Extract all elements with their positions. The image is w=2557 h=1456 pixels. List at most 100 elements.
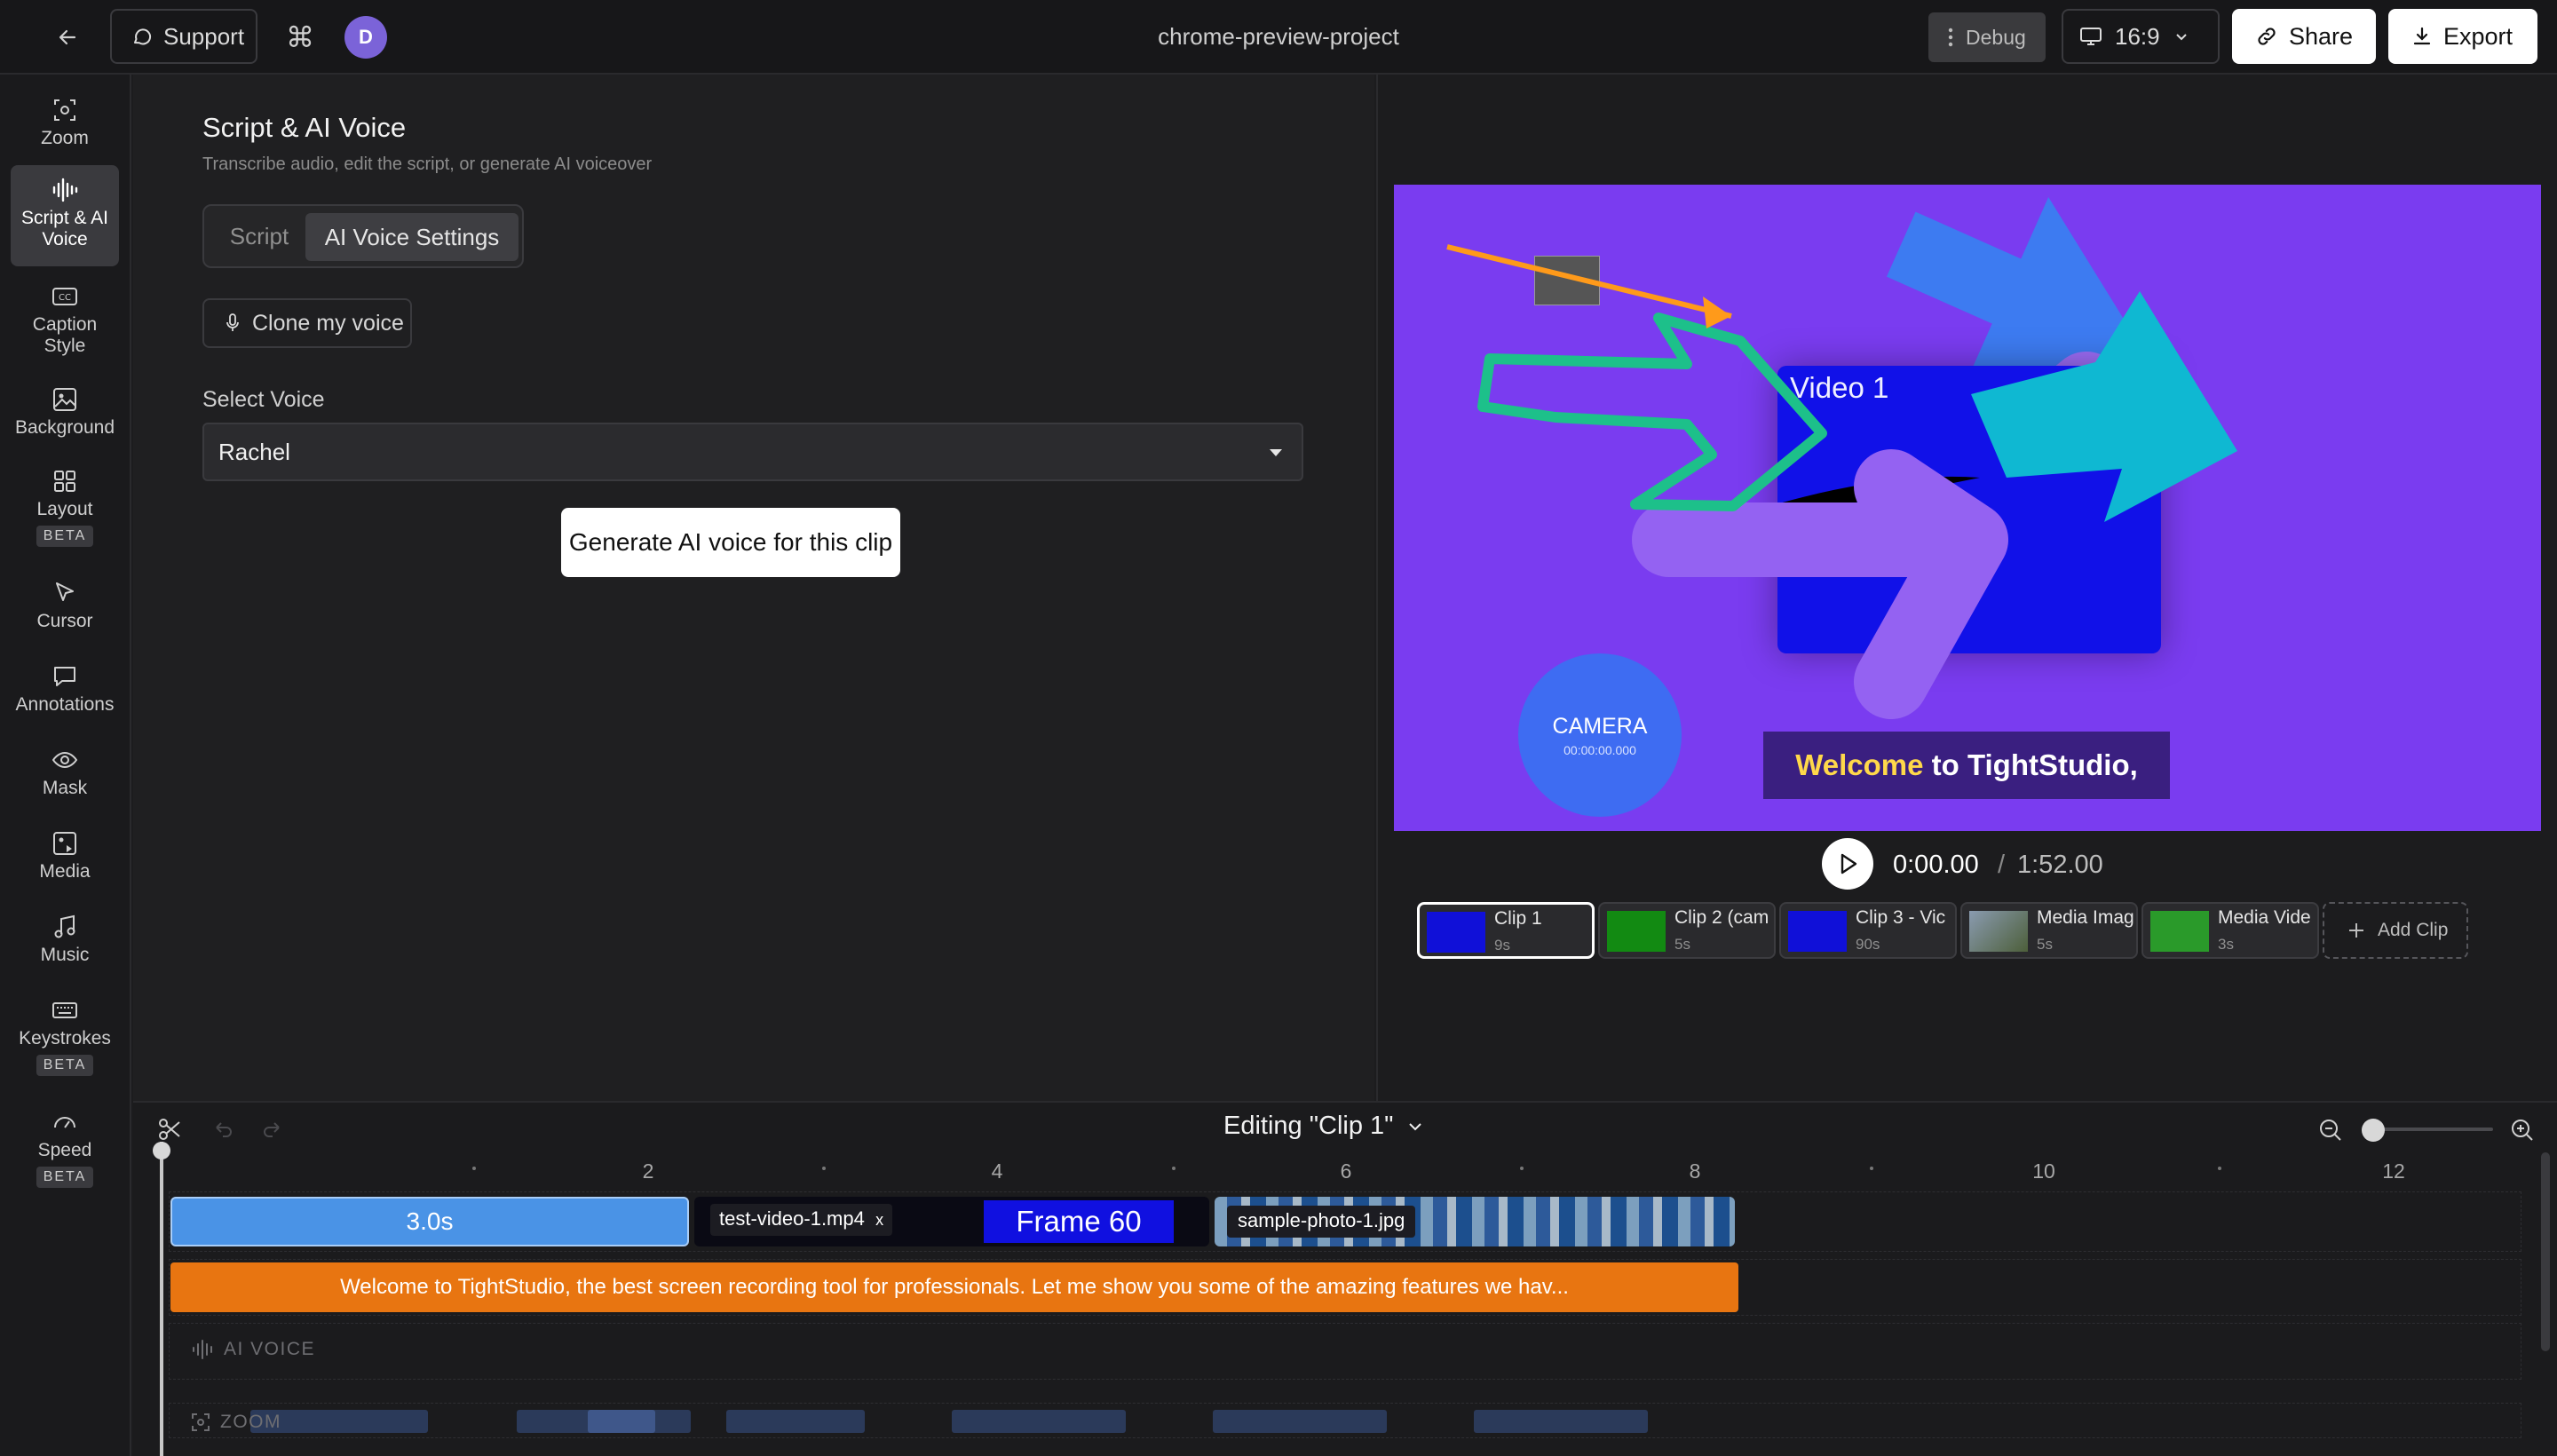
close-icon[interactable]: x — [875, 1211, 883, 1229]
generate-ai-voice-button[interactable]: Generate AI voice for this clip — [561, 508, 900, 577]
camera-timecode: 00:00:00.000 — [1563, 742, 1636, 757]
rail-item-layout[interactable]: Layout BETA — [11, 460, 119, 558]
clip-thumbnail — [2150, 911, 2209, 952]
user-avatar[interactable]: D — [344, 16, 387, 59]
back-button[interactable] — [48, 18, 87, 57]
rail-item-background[interactable]: Background — [11, 378, 119, 449]
redo-icon[interactable] — [261, 1117, 286, 1142]
beta-badge: BETA — [36, 526, 94, 547]
rail-item-caption-style[interactable]: CC Caption Style — [11, 275, 119, 368]
panel-tabs: Script AI Voice Settings — [202, 204, 524, 268]
clip-thumbnail — [1969, 911, 2028, 952]
rail-item-speed[interactable]: Speed BETA — [11, 1101, 119, 1199]
undo-icon[interactable] — [210, 1117, 234, 1142]
timeline-segment-photo[interactable]: sample-photo-1.jpg — [1215, 1197, 1735, 1246]
zoom-block[interactable] — [1213, 1410, 1387, 1433]
clip-name: Media Imag — [2037, 907, 2134, 928]
zoom-block[interactable] — [726, 1410, 865, 1433]
aspect-ratio-dropdown[interactable]: 16:9 — [2062, 9, 2220, 64]
zoom-icon — [54, 99, 75, 121]
tab-script[interactable]: Script — [215, 215, 304, 257]
segment-file-name: test-video-1.mp4 — [719, 1207, 865, 1230]
timeline-zoom-control — [2317, 1110, 2545, 1145]
clip-card[interactable]: Media Vide 3s — [2141, 902, 2319, 959]
zoom-block[interactable] — [1474, 1410, 1648, 1433]
rail-item-zoom[interactable]: Zoom — [11, 89, 119, 156]
zoom-in-icon[interactable] — [2509, 1117, 2536, 1143]
playhead-handle[interactable] — [153, 1142, 170, 1159]
caption-highlight-word: Welcome — [1795, 748, 1924, 781]
total-duration: 1:52.00 — [2017, 851, 2103, 879]
rail-label: Background — [14, 417, 115, 438]
zoom-track-label: ZOOM — [190, 1412, 281, 1433]
time-ruler[interactable]: 2 4 6 8 10 12 — [165, 1159, 2527, 1186]
playback-controls: 0:00.00 / 1:52.00 — [1822, 838, 2195, 891]
command-menu-button[interactable]: ⌘ — [281, 18, 320, 57]
play-icon — [1841, 853, 1857, 874]
rail-item-annotations[interactable]: Annotations — [11, 655, 119, 732]
support-button[interactable]: Support — [110, 9, 257, 64]
editing-clip-dropdown[interactable]: Editing "Clip 1" — [1223, 1112, 1425, 1141]
rail-label: Zoom — [41, 128, 89, 148]
clone-voice-button[interactable]: Clone my voice — [202, 298, 412, 348]
caption-preview[interactable]: Welcome to TightStudio, — [1763, 732, 2170, 799]
rail-label: Speed — [37, 1140, 92, 1160]
clip-duration: 3s — [2218, 936, 2234, 953]
playhead-line[interactable] — [160, 1142, 163, 1456]
segment-file-label: sample-photo-1.jpg — [1227, 1206, 1416, 1238]
clip-card[interactable]: Clip 3 - Vic 90s — [1779, 902, 1957, 959]
ruler-tick: 10 — [2032, 1159, 2055, 1183]
clip-thumbnail — [1427, 912, 1485, 953]
timeline-segment-video[interactable]: test-video-1.mp4 x Frame 60 — [694, 1197, 1209, 1246]
rail-item-music[interactable]: Music — [11, 906, 119, 982]
beta-badge: BETA — [36, 1167, 94, 1188]
export-button[interactable]: Export — [2388, 9, 2537, 64]
ai-voice-track[interactable] — [169, 1323, 2521, 1380]
scissors-icon[interactable] — [156, 1116, 183, 1143]
preview-canvas[interactable]: Video 1 CAMERA 00:00:00.000 Welcome to T… — [1394, 185, 2541, 831]
clip-duration: 5s — [2037, 936, 2053, 953]
comment-icon — [54, 667, 75, 686]
ruler-dot — [2218, 1167, 2221, 1170]
clip-card[interactable]: Media Imag 5s — [1960, 902, 2138, 959]
cursor-icon — [56, 582, 74, 601]
add-clip-button[interactable]: Add Clip — [2323, 902, 2468, 959]
timeline-segment-image[interactable]: 3.0s — [170, 1197, 689, 1246]
chevron-down-icon — [1409, 1122, 1422, 1130]
clip-name: Clip 2 (cam — [1674, 907, 1769, 928]
project-title: chrome-preview-project — [1158, 23, 1399, 50]
zoom-block-active[interactable] — [588, 1410, 655, 1433]
clip-thumbnail — [1607, 911, 1666, 952]
rail-item-keystrokes[interactable]: Keystrokes BETA — [11, 989, 119, 1087]
tab-ai-voice-settings[interactable]: AI Voice Settings — [305, 213, 519, 261]
play-button[interactable] — [1822, 838, 1873, 890]
rail-item-cursor[interactable]: Cursor — [11, 572, 119, 648]
clip-card[interactable]: Clip 2 (cam 5s — [1598, 902, 1776, 959]
zoom-block[interactable] — [952, 1410, 1126, 1433]
segment-frame-label: Frame 60 — [984, 1200, 1174, 1243]
zoom-out-icon[interactable] — [2317, 1117, 2344, 1143]
script-ai-voice-panel: Script & AI Voice Transcribe audio, edit… — [133, 75, 1374, 1101]
debug-button[interactable]: Debug — [1928, 12, 2046, 62]
add-clip-label: Add Clip — [2378, 920, 2449, 940]
segment-file-label: test-video-1.mp4 x — [710, 1204, 893, 1236]
zoom-slider-handle[interactable] — [2362, 1119, 2385, 1142]
ruler-dot — [1172, 1167, 1176, 1170]
waveform-icon — [52, 178, 78, 202]
caption-segment[interactable]: Welcome to TightStudio, the best screen … — [170, 1262, 1738, 1312]
share-button[interactable]: Share — [2232, 9, 2376, 64]
ruler-tick: 6 — [1340, 1159, 1352, 1183]
gauge-icon — [54, 1117, 75, 1128]
panel-subtitle: Transcribe audio, edit the script, or ge… — [202, 154, 653, 174]
rail-item-script-ai-voice[interactable]: Script & AI Voice — [11, 165, 119, 266]
grid-icon — [54, 471, 75, 492]
camera-bubble[interactable]: CAMERA 00:00:00.000 — [1518, 653, 1682, 817]
rail-item-mask[interactable]: Mask — [11, 739, 119, 815]
zoom-slider-track[interactable] — [2371, 1128, 2493, 1131]
timeline: Editing "Clip 1" 2 4 6 8 10 12 3.0s test… — [133, 1101, 2557, 1456]
voice-select[interactable]: Rachel — [202, 423, 1303, 481]
support-label: Support — [163, 22, 245, 50]
clip-card[interactable]: Clip 1 9s — [1417, 902, 1595, 959]
timeline-scrollbar[interactable] — [2541, 1152, 2550, 1351]
rail-item-media[interactable]: Media — [11, 822, 119, 898]
